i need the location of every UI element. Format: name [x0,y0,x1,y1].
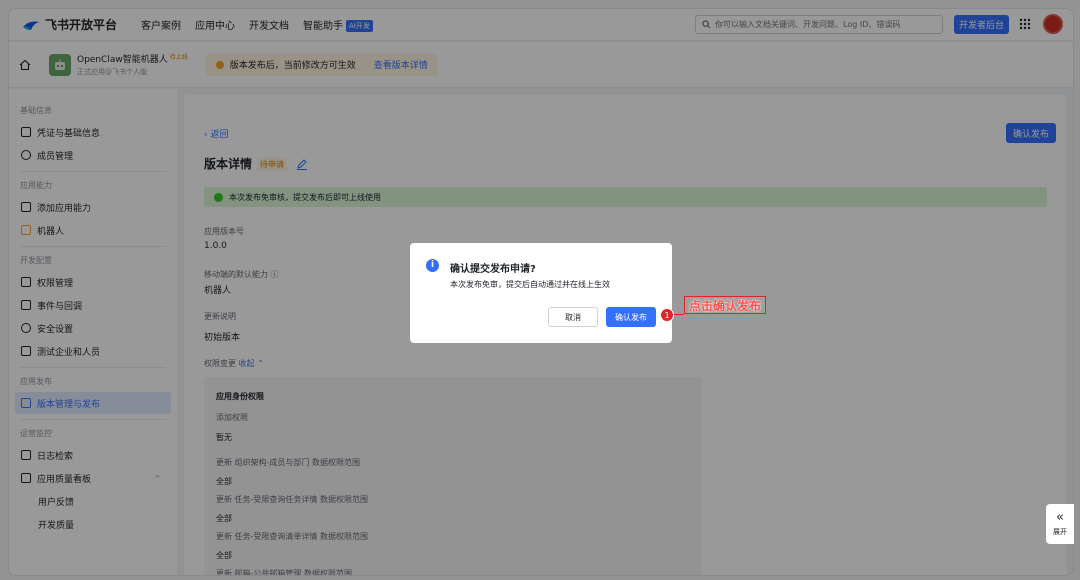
double-chevron-left-icon: « [1056,509,1064,525]
expand-panel-button[interactable]: « 展开 [1046,504,1074,544]
confirm-dialog: i 确认提交发布申请? 本次发布免审，提交后自动通过并在线上生效 取消 确认发布 [410,243,672,343]
annotation-label: 点击确认发布 [684,296,767,314]
expand-label: 展开 [1053,527,1067,536]
info-icon: i [426,259,439,272]
annotation-connector [674,314,684,315]
step-marker: 1 [660,308,674,322]
confirm-publish-button[interactable]: 确认发布 [606,307,656,327]
cancel-button[interactable]: 取消 [548,307,598,327]
dialog-title: 确认提交发布申请? [450,264,536,275]
dialog-description: 本次发布免审，提交后自动通过并在线上生效 [450,280,610,289]
